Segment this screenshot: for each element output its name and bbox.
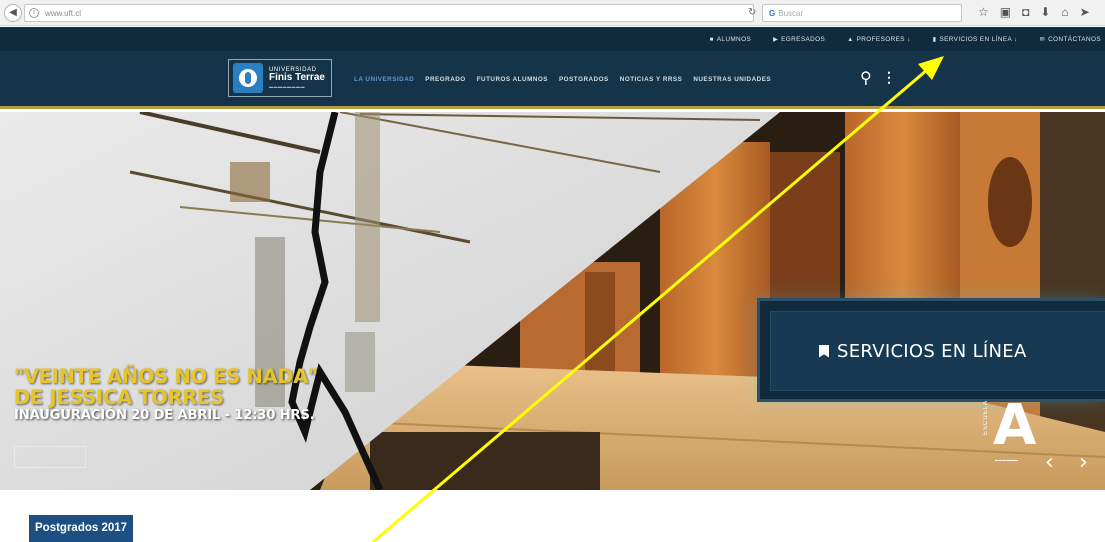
send-icon[interactable]: ➤ [1080, 5, 1090, 19]
menu-item-pregrado[interactable]: PREGRADO [425, 76, 465, 83]
menu-item-noticias[interactable]: NOTICIAS Y RRSS [620, 76, 683, 83]
util-link-label: CONTÁCTANOS [1048, 35, 1101, 43]
back-button[interactable]: ◀ [4, 3, 22, 22]
main-nav: UNIVERSIDAD Finis Terrae ▬▬▬▬▬▬▬▬ LA UNI… [0, 51, 1105, 109]
callout-label: SERVICIOS EN LÍNEA [837, 340, 1027, 362]
grad-cap-icon: ■ [709, 36, 714, 43]
util-link-label: PROFESORES ↓ [856, 35, 911, 43]
search-engine-icon: G [769, 8, 776, 18]
search-placeholder: Buscar [778, 8, 804, 18]
home-icon[interactable]: ⌂ [1061, 5, 1068, 19]
address-bar[interactable]: i www.uft.cl [24, 4, 754, 22]
menu-item-la-universidad[interactable]: LA UNIVERSIDAD [354, 76, 414, 83]
logo-line2: Finis Terrae [269, 72, 325, 83]
url-text: www.uft.cl [45, 8, 82, 18]
menu-item-futuros-alumnos[interactable]: FUTUROS ALUMNOS [477, 76, 548, 83]
ver-mas-button[interactable]: VER MÁS [14, 446, 86, 468]
util-link-alumnos[interactable]: ■ ALUMNOS [710, 36, 751, 43]
envelope-icon: ✉ [1039, 36, 1046, 43]
escuela-arte-badge: ESCUELA A ▬▬▬▬▬▬ [983, 396, 1053, 470]
search-icon[interactable]: ⚲ [860, 68, 872, 88]
logo[interactable]: UNIVERSIDAD Finis Terrae ▬▬▬▬▬▬▬▬ [228, 59, 332, 97]
bookmark-icon [819, 344, 829, 358]
logo-mark-icon [233, 63, 263, 93]
servicios-en-linea-callout[interactable]: SERVICIOS EN LÍNEA [757, 298, 1105, 402]
reload-icon[interactable]: ↻ [748, 7, 756, 18]
flag-icon: ▶ [773, 36, 779, 43]
clipboard-icon[interactable]: ▣ [1000, 5, 1011, 19]
menu-item-nuestras-unidades[interactable]: NUESTRAS UNIDADES [693, 76, 771, 83]
download-icon[interactable]: ⬇ [1040, 5, 1050, 19]
hero-subtitle: INAUGURACIÓN 20 DE ABRIL - 12:30 HRS. [14, 408, 315, 423]
primary-menu: LA UNIVERSIDAD PREGRADO FUTUROS ALUMNOS … [354, 76, 771, 83]
util-link-contactanos[interactable]: ✉ CONTÁCTANOS [1040, 36, 1101, 43]
util-link-label: ALUMNOS [716, 35, 752, 43]
browser-toolbar: ◀ i www.uft.cl ↻ G Buscar ☆ ▣ ◘ ⬇ ⌂ ➤ [0, 0, 1105, 26]
menu-item-postgrados[interactable]: POSTGRADOS [559, 76, 609, 83]
more-options-icon[interactable]: ⋮ [882, 69, 896, 86]
utility-nav: ■ ALUMNOS ▶ EGRESADOS ▲ PROFESORES ↓ ▮ SERVI… [0, 27, 1105, 51]
escuela-letter: A [993, 393, 1037, 458]
slider-next-button[interactable]: › [1079, 450, 1088, 475]
escuela-label: ESCUELA [983, 400, 989, 436]
util-link-label: SERVICIOS EN LÍNEA ↓ [939, 35, 1018, 43]
util-link-egresados[interactable]: ▶ EGRESADOS [773, 36, 825, 43]
browser-search-input[interactable]: G Buscar [762, 4, 962, 22]
hero-slider: "VEINTE AÑOS NO ES NADA" DE JESSICA TORR… [0, 112, 1105, 490]
escuela-sub-decoration: ▬▬▬▬▬▬ [995, 458, 1019, 462]
person-icon: ▲ [847, 36, 854, 43]
shield-icon[interactable]: ◘ [1022, 5, 1029, 19]
util-link-servicios[interactable]: ▮ SERVICIOS EN LÍNEA ↓ [933, 36, 1018, 43]
hero-title: "VEINTE AÑOS NO ES NADA" DE JESSICA TORR… [14, 366, 318, 408]
info-icon[interactable]: i [29, 8, 39, 18]
bookmark-icon: ▮ [932, 36, 937, 43]
logo-tagline-decoration: ▬▬▬▬▬▬▬▬ [269, 84, 305, 89]
slider-prev-button[interactable]: ‹ [1045, 450, 1054, 475]
util-link-label: EGRESADOS [781, 35, 826, 43]
section-tag-postgrados[interactable]: Postgrados 2017 [29, 515, 134, 542]
hero-title-line1: "VEINTE AÑOS NO ES NADA" [14, 365, 318, 388]
star-icon[interactable]: ☆ [978, 5, 989, 19]
hero-title-line2: DE JESSICA TORRES [14, 386, 224, 409]
util-link-profesores[interactable]: ▲ PROFESORES ↓ [847, 36, 911, 43]
